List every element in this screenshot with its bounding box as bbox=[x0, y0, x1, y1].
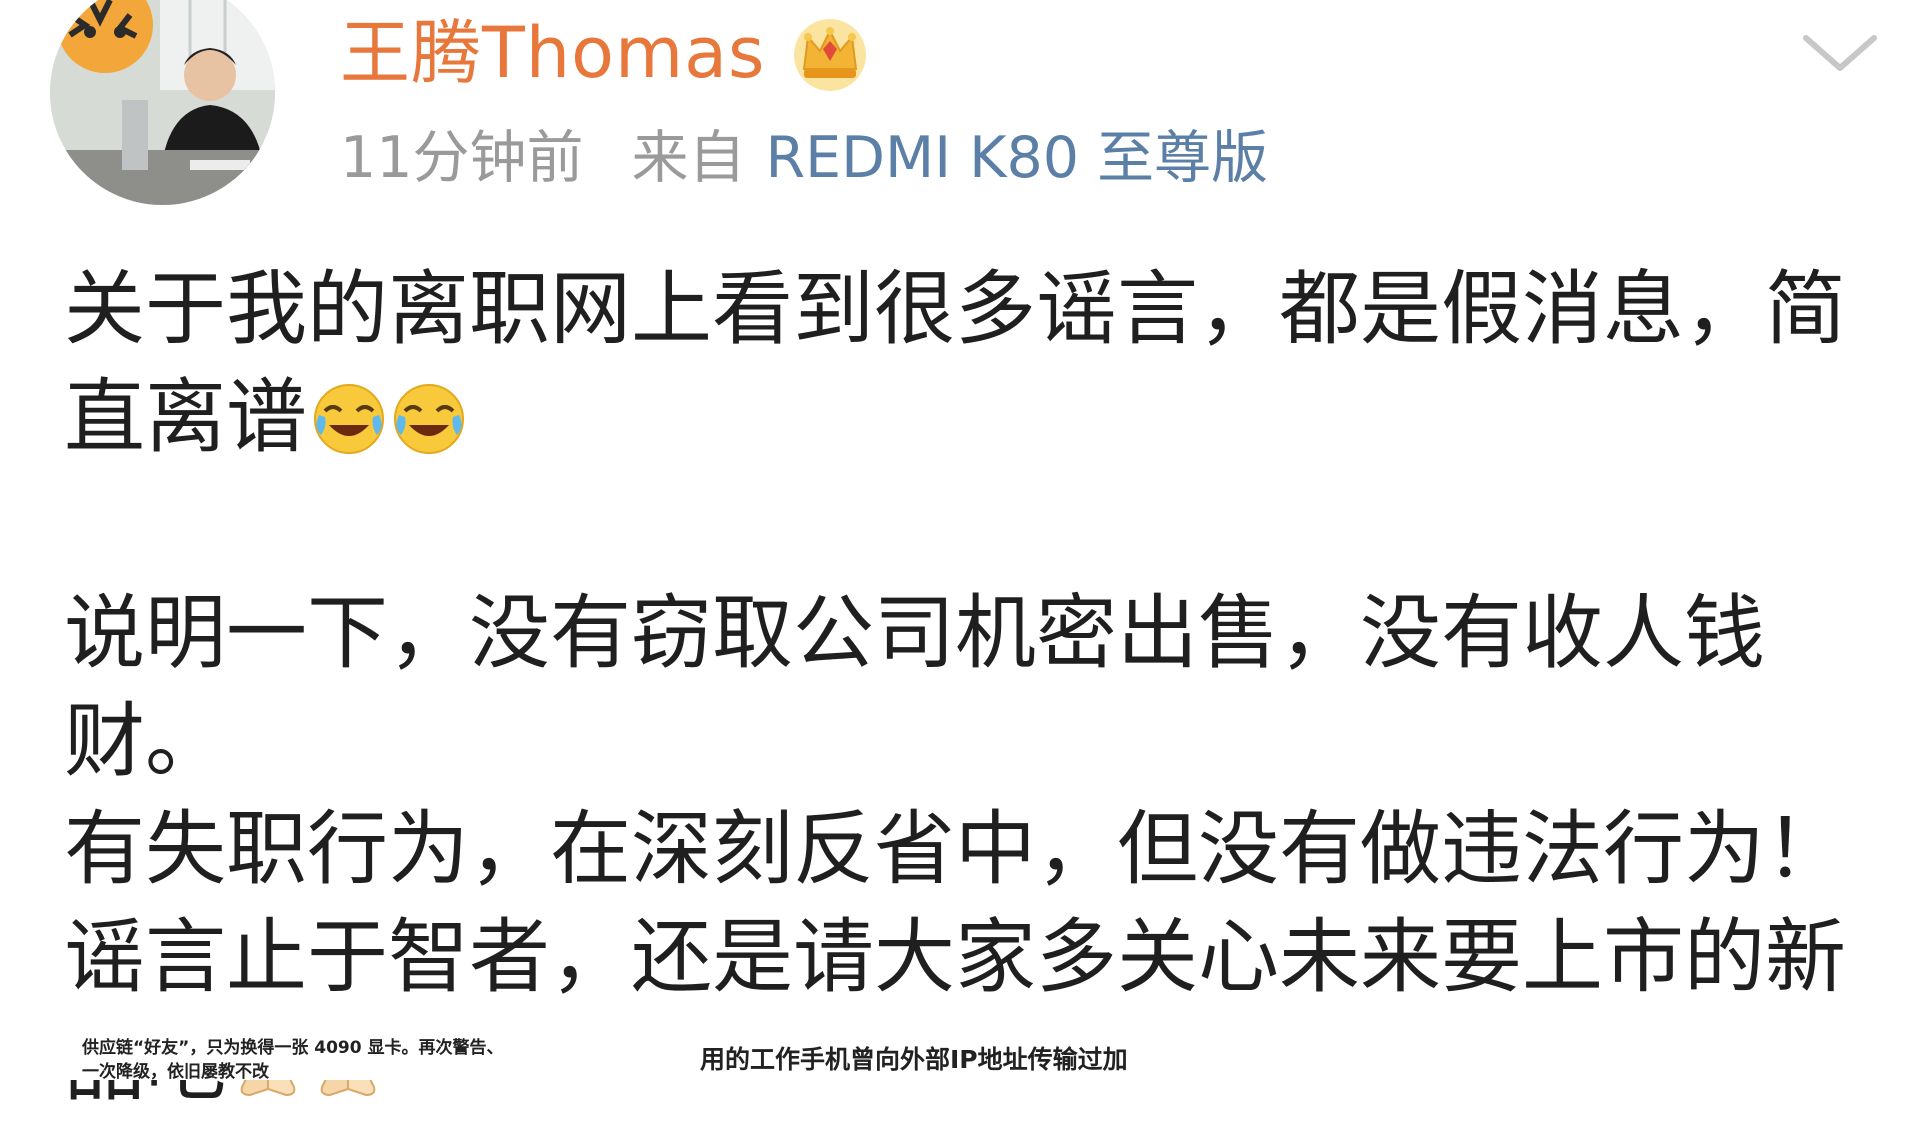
post-text-para2-line2: 有失职行为，在深刻反省中，但没有做违法行为！ bbox=[64, 803, 1847, 897]
crown-icon bbox=[790, 13, 870, 93]
attached-image-text-left-line1: 供应链“好友”，只为换得一张 4090 显卡。再次警告、 bbox=[82, 1038, 504, 1058]
author-name[interactable]: 王腾Thomas bbox=[340, 18, 766, 88]
attached-image-text-left: 供应链“好友”，只为换得一张 4090 显卡。再次警告、 一次降级，依旧屡教不改 bbox=[82, 1036, 642, 1080]
post-content: 关于我的离职网上看到很多谣言，都是假消息，简直离谱 说明一下，没有窃取公司机密出… bbox=[64, 256, 1884, 1120]
avatar[interactable] bbox=[50, 0, 275, 205]
post-meta: 11分钟前 来自 REDMI K80 至尊版 bbox=[340, 118, 1268, 198]
author-row: 王腾Thomas bbox=[340, 8, 870, 98]
laugh-cry-emoji-icon bbox=[391, 376, 467, 454]
post-source-device[interactable]: REDMI K80 至尊版 bbox=[766, 129, 1269, 187]
attached-image-preview[interactable]: 供应链“好友”，只为换得一张 4090 显卡。再次警告、 一次降级，依旧屡教不改… bbox=[0, 1022, 1920, 1080]
attached-image-text-left-line2: 一次降级，依旧屡教不改 bbox=[82, 1062, 269, 1080]
post-source-label: 来自 bbox=[631, 124, 746, 191]
laugh-cry-emoji-icon bbox=[311, 376, 387, 454]
avatar-image bbox=[50, 0, 275, 205]
attached-image-text-right: 用的工作手机曾向外部IP地址传输过加 bbox=[700, 1045, 1128, 1074]
post-text-para2-line1: 说明一下，没有窃取公司机密出售，没有收人钱财。 bbox=[64, 587, 1766, 789]
post-paragraph-1: 关于我的离职网上看到很多谣言，都是假消息，简直离谱 bbox=[64, 256, 1884, 472]
post-time: 11分钟前 bbox=[340, 124, 584, 191]
chevron-down-icon[interactable] bbox=[1800, 28, 1880, 78]
